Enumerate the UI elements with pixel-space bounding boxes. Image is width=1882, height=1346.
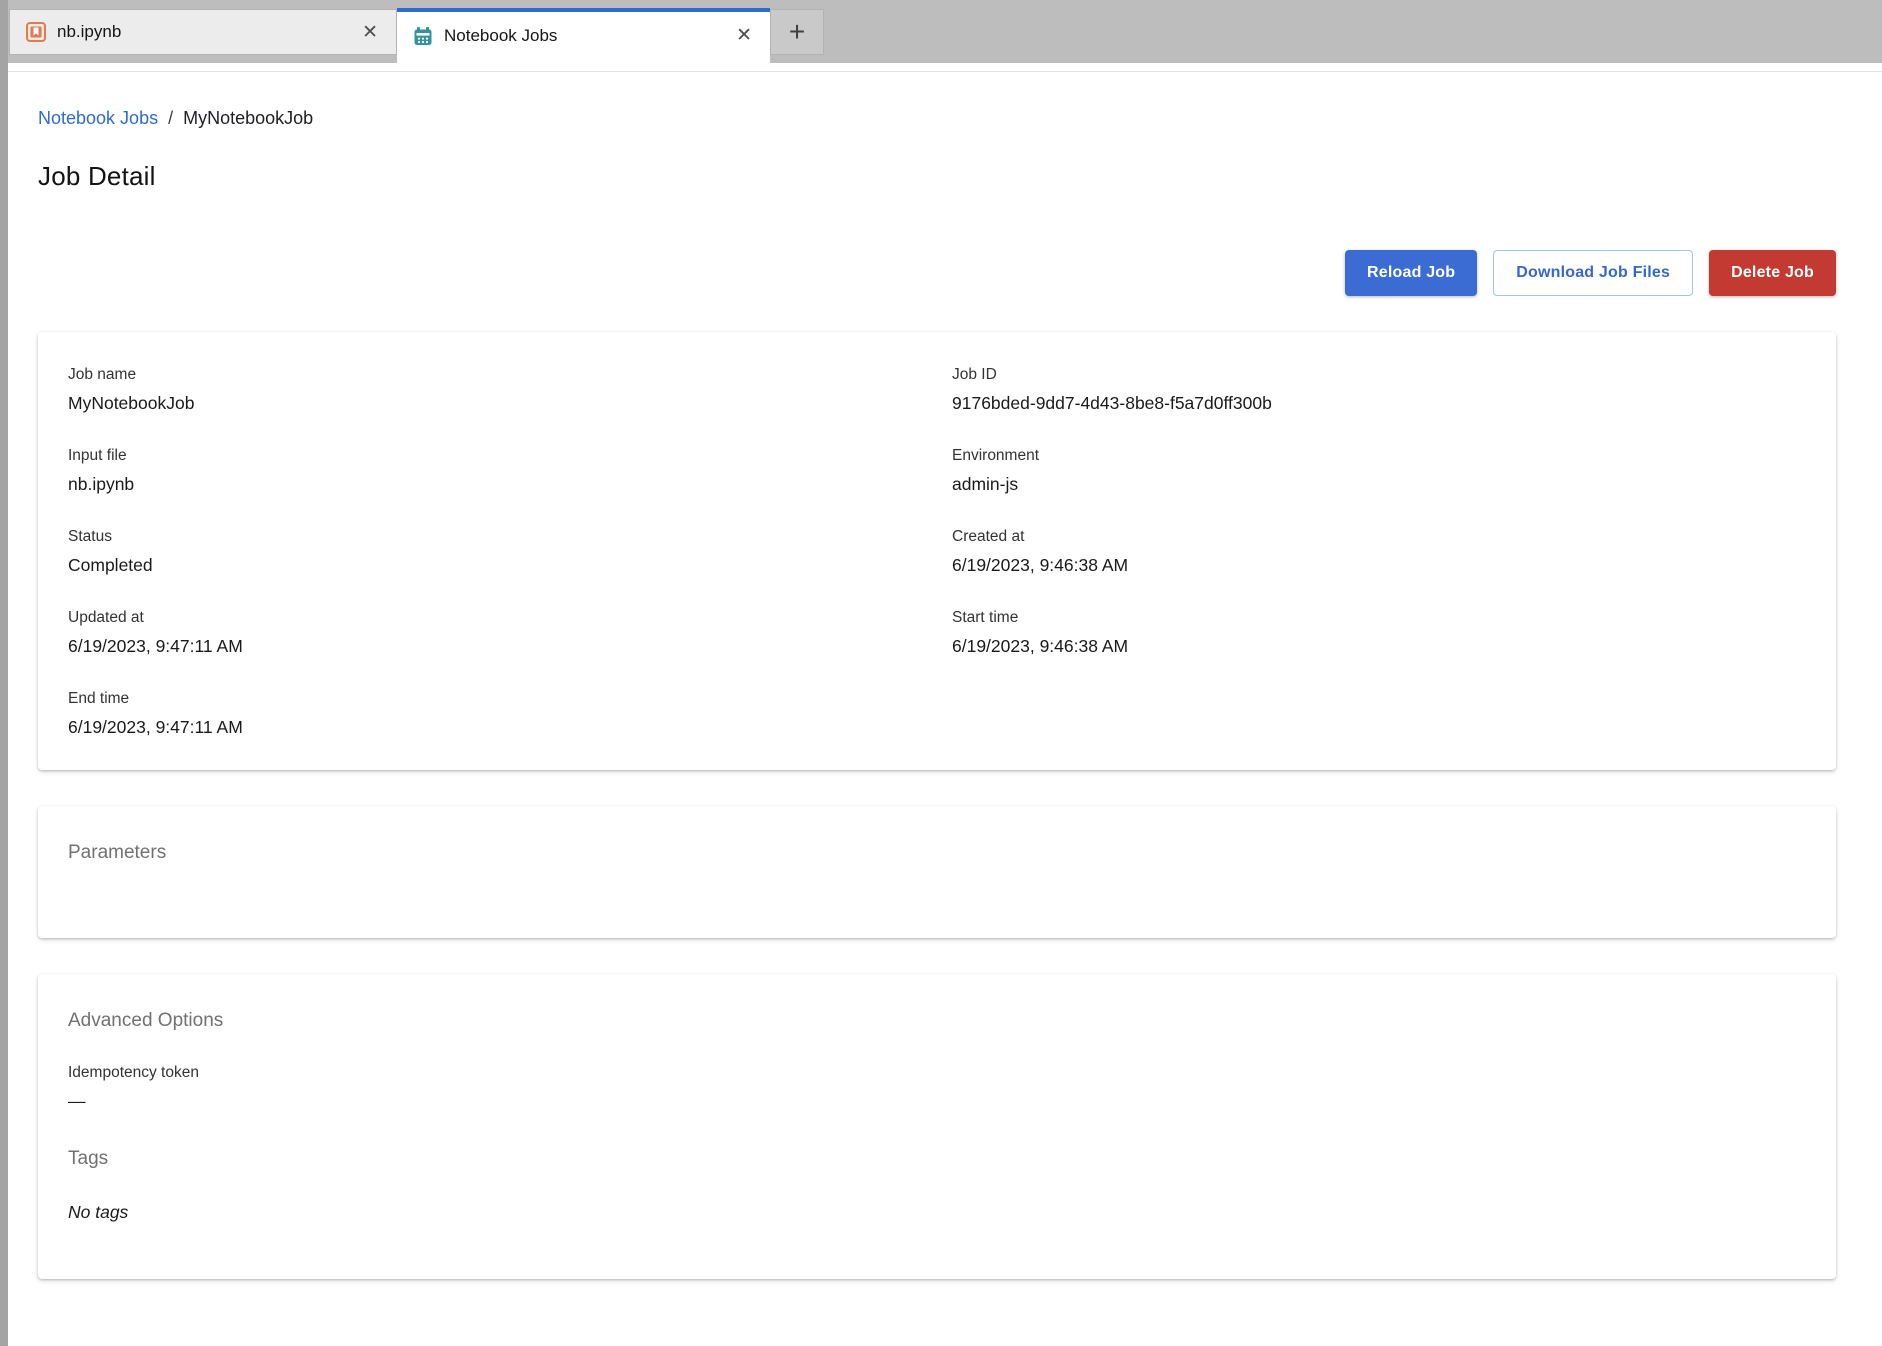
- field-label: Start time: [952, 607, 1806, 628]
- breadcrumb-link-notebook-jobs[interactable]: Notebook Jobs: [38, 108, 158, 129]
- field-value: —: [68, 1088, 1806, 1114]
- field-value: nb.ipynb: [68, 471, 952, 497]
- field-value: 6/19/2023, 9:46:38 AM: [952, 552, 1806, 578]
- breadcrumb: Notebook Jobs / MyNotebookJob: [38, 108, 1836, 129]
- field-label: Job ID: [952, 364, 1806, 385]
- field-label: Environment: [952, 445, 1806, 466]
- parameters-heading: Parameters: [68, 842, 1806, 864]
- dock-tab-bar: nb.ipynb ✕ Notebook Jobs ✕ +: [0, 0, 1882, 63]
- plus-icon: +: [789, 16, 805, 48]
- field-label: Input file: [68, 445, 952, 466]
- advanced-options-card: Advanced Options Idempotency token — Tag…: [38, 974, 1836, 1279]
- field-label: Updated at: [68, 607, 952, 628]
- field-end-time: End time 6/19/2023, 9:47:11 AM: [68, 688, 952, 740]
- field-label: Created at: [952, 526, 1806, 547]
- breadcrumb-separator: /: [168, 108, 173, 129]
- field-label: Idempotency token: [68, 1062, 1806, 1083]
- new-tab-button[interactable]: +: [770, 9, 824, 55]
- tags-empty-text: No tags: [68, 1202, 1806, 1223]
- tab-nb-ipynb[interactable]: nb.ipynb ✕: [9, 9, 397, 55]
- field-value: admin-js: [952, 471, 1806, 497]
- panel-left-edge: [0, 0, 8, 1346]
- field-label: Status: [68, 526, 952, 547]
- field-environment: Environment admin-js: [952, 445, 1806, 497]
- page-title: Job Detail: [38, 161, 1836, 192]
- close-icon[interactable]: ✕: [358, 21, 382, 44]
- tab-label: Notebook Jobs: [444, 26, 721, 46]
- breadcrumb-current: MyNotebookJob: [183, 108, 313, 129]
- field-input-file: Input file nb.ipynb: [68, 445, 952, 497]
- field-idempotency-token: Idempotency token —: [68, 1062, 1806, 1114]
- field-value: 6/19/2023, 9:47:11 AM: [68, 633, 952, 659]
- field-label: Job name: [68, 364, 952, 385]
- tags-heading: Tags: [68, 1148, 1806, 1170]
- download-job-files-button[interactable]: Download Job Files: [1493, 250, 1693, 296]
- field-value: 6/19/2023, 9:46:38 AM: [952, 633, 1806, 659]
- field-label: End time: [68, 688, 952, 709]
- notebook-icon: [26, 22, 46, 42]
- field-value: Completed: [68, 552, 952, 578]
- calendar-icon: [413, 26, 433, 46]
- toolbar-divider: [8, 63, 1882, 72]
- close-icon[interactable]: ✕: [732, 24, 756, 47]
- job-detail-panel: Notebook Jobs / MyNotebookJob Job Detail…: [0, 108, 1882, 1279]
- job-actions: Reload Job Download Job Files Delete Job: [38, 250, 1836, 296]
- field-value: MyNotebookJob: [68, 390, 952, 416]
- parameters-card: Parameters: [38, 806, 1836, 938]
- field-value: 6/19/2023, 9:47:11 AM: [68, 714, 952, 740]
- field-created-at: Created at 6/19/2023, 9:46:38 AM: [952, 526, 1806, 578]
- detail-column-left: Job name MyNotebookJob Input file nb.ipy…: [68, 364, 952, 740]
- reload-job-button[interactable]: Reload Job: [1345, 250, 1477, 296]
- field-start-time: Start time 6/19/2023, 9:46:38 AM: [952, 607, 1806, 659]
- field-status: Status Completed: [68, 526, 952, 578]
- field-job-id: Job ID 9176bded-9dd7-4d43-8be8-f5a7d0ff3…: [952, 364, 1806, 416]
- advanced-options-heading: Advanced Options: [68, 1010, 1806, 1032]
- job-detail-card: Job name MyNotebookJob Input file nb.ipy…: [38, 332, 1836, 770]
- delete-job-button[interactable]: Delete Job: [1709, 250, 1836, 296]
- tab-label: nb.ipynb: [57, 22, 347, 42]
- field-value: 9176bded-9dd7-4d43-8be8-f5a7d0ff300b: [952, 390, 1806, 416]
- field-updated-at: Updated at 6/19/2023, 9:47:11 AM: [68, 607, 952, 659]
- field-job-name: Job name MyNotebookJob: [68, 364, 952, 416]
- tab-notebook-jobs[interactable]: Notebook Jobs ✕: [397, 8, 770, 63]
- detail-column-right: Job ID 9176bded-9dd7-4d43-8be8-f5a7d0ff3…: [952, 364, 1806, 740]
